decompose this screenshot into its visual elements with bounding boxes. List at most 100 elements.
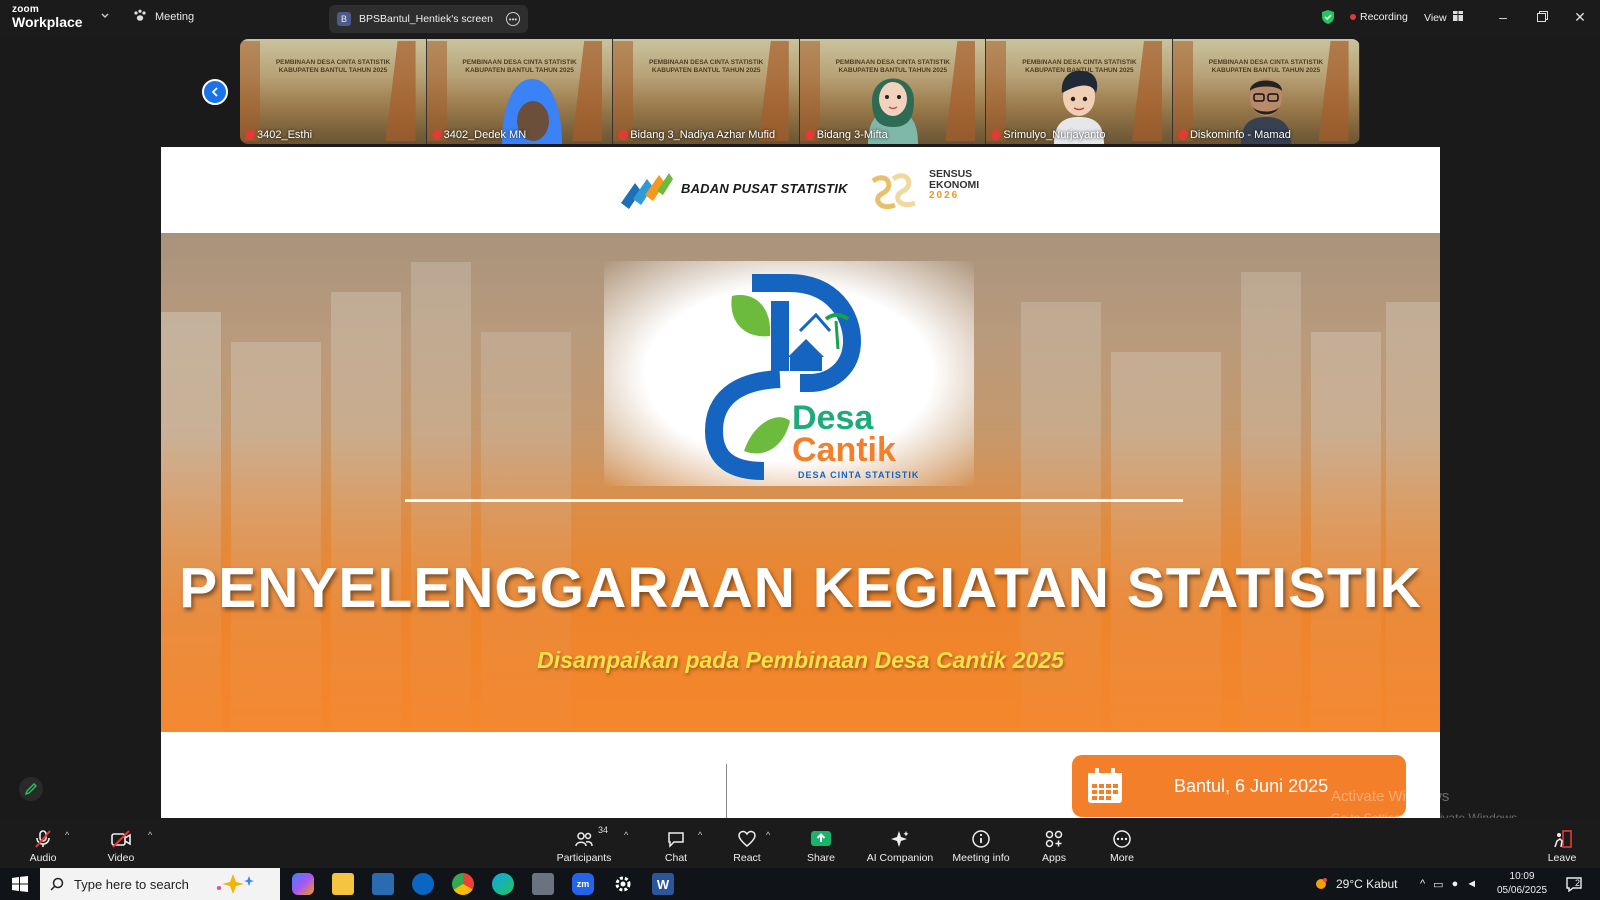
windows-taskbar: Type here to search zm W 29°C Kabut ^ ▭ … [0,868,1600,900]
network-icon[interactable]: ▭ [1433,878,1443,891]
audio-options-caret-icon[interactable]: ^ [65,830,69,840]
slide-divider [405,499,1183,502]
speaker-icon[interactable]: ◄ [1466,878,1477,890]
more-options-icon[interactable]: ••• [506,12,520,26]
share-label: BPSBantul_Hentiek's screen [359,13,493,25]
chevron-left-icon [211,87,218,97]
start-button[interactable] [0,868,40,900]
more-button[interactable]: More [1109,818,1135,868]
recording-dot-icon [1350,14,1356,20]
react-button[interactable]: React [733,818,761,868]
edge-icon[interactable] [492,873,514,895]
word-icon[interactable]: W [652,873,674,895]
react-options-caret-icon[interactable]: ^ [766,830,770,840]
desa-cantik-emblem-icon: Desa Cantik DESA CINTA STATISTIK [704,274,919,480]
search-highlight-sparkles-icon [216,874,254,894]
zoom-title-bar: zoom Workplace Meeting B BPSBantul_Henti… [0,0,1600,37]
participant-tile[interactable]: PEMBINAAN DESA CINTA STATISTIK KABUPATEN… [240,39,427,144]
chat-button[interactable]: Chat [663,818,689,868]
copilot-icon[interactable] [292,873,314,895]
settings-gear-icon[interactable] [612,873,634,895]
ai-companion-label: AI Companion [866,852,934,864]
calendar-icon [1088,768,1122,803]
ai-companion-button[interactable]: AI Companion [866,818,934,868]
shield-check-icon[interactable] [1321,9,1335,30]
leave-label: Leave [1547,852,1577,864]
microsoft-store-icon[interactable] [372,873,394,895]
view-label: View [1424,11,1447,24]
sparkle-icon [891,831,909,847]
leave-button[interactable]: Leave [1547,818,1577,868]
logo-tagline: DESA CINTA STATISTIK [798,470,919,480]
logo-word-cantik: Cantik [792,431,896,469]
slide-title: PENYELENGGARAAN KEGIATAN STATISTIK [179,556,1422,620]
video-options-caret-icon[interactable]: ^ [148,830,152,840]
apps-button[interactable]: Apps [1041,818,1067,868]
system-tray[interactable]: ^ ▭ ● ◄ [1420,868,1477,900]
chat-options-caret-icon[interactable]: ^ [698,830,702,840]
react-label: React [733,852,761,864]
participant-tile[interactable]: PEMBINAAN DESA CINTA STATISTIK KABUPATEN… [799,39,987,144]
participant-name: Bidang 3_Nadiya Azhar Mufid [617,128,775,142]
participant-tile[interactable]: PEMBINAAN DESA CINTA STATISTIK KABUPATEN… [986,39,1173,144]
clock-date: 05/06/2025 [1497,885,1548,896]
slide-hero-banner: Desa Cantik DESA CINTA STATISTIK PENYELE… [161,233,1440,732]
video-button[interactable]: Video [106,818,136,868]
app-window-icon[interactable] [532,873,554,895]
pen-icon [24,783,37,796]
search-placeholder: Type here to search [74,876,189,892]
view-button[interactable]: View [1424,11,1463,24]
microphone-icon[interactable]: ● [1452,878,1459,890]
taskbar-search-input[interactable]: Type here to search [40,868,280,900]
weather-widget[interactable]: 29°C Kabut [1312,868,1398,900]
outlook-icon[interactable] [412,873,434,895]
minimize-icon[interactable]: – [1493,9,1513,25]
participant-tile[interactable]: PEMBINAAN DESA CINTA STATISTIK KABUPATEN… [426,39,614,144]
screen-share-indicator[interactable]: B BPSBantul_Hentiek's screen ••• [329,5,528,33]
bps-org-name: BADAN PUSAT STATISTIK [681,181,848,196]
meeting-label: Meeting [155,11,195,23]
mic-muted-icon [617,128,629,142]
apps-icon [1045,830,1063,848]
chat-icon [668,832,684,848]
chrome-icon[interactable] [452,873,474,895]
chevron-down-icon[interactable] [100,11,114,25]
audio-button[interactable]: Audio [26,818,60,868]
close-icon[interactable]: ✕ [1570,9,1590,26]
video-off-icon [111,830,131,848]
participants-options-caret-icon[interactable]: ^ [624,830,628,840]
participant-name: Diskominfo - Mamad [1177,128,1291,142]
zoom-workplace-logo[interactable]: zoom Workplace [12,5,83,30]
zoom-app-icon[interactable]: zm [572,873,594,895]
weather-text: 29°C Kabut [1336,877,1398,891]
video-label: Video [107,852,135,864]
notification-icon [1566,877,1582,892]
strip-previous-button[interactable] [202,79,228,105]
participant-name: Bidang 3-Mifta [804,128,888,142]
file-explorer-icon[interactable] [332,873,354,895]
zoom-meeting-toolbar: Audio ^ Video ^ Participants 34 ^ Chat ^… [0,818,1600,868]
meeting-info-button[interactable]: Meeting info [952,818,1010,868]
participant-tile[interactable]: PEMBINAAN DESA CINTA STATISTIK KABUPATEN… [613,39,800,144]
recording-indicator[interactable]: Recording [1350,11,1408,23]
participant-video-strip: PEMBINAAN DESA CINTA STATISTIK KABUPATEN… [240,39,1360,144]
share-label-button: Share [806,852,836,864]
annotate-pen-button[interactable] [19,777,43,801]
leave-door-icon [1554,830,1572,848]
zoom-logo-bottom: Workplace [12,14,83,30]
slide-header: BADAN PUSAT STATISTIK SENSUS EKONOMI 202… [161,147,1440,233]
more-label: More [1110,852,1134,864]
share-button[interactable]: Share [806,818,836,868]
participant-tile[interactable]: PEMBINAAN DESA CINTA STATISTIK KABUPATEN… [1172,39,1360,144]
mic-muted-icon [990,128,1002,142]
participant-name: Srimulyo_Nurjayanto [990,128,1105,142]
notification-count: 2 [1575,878,1581,888]
notification-button[interactable]: 2 [1565,868,1582,900]
slide-date-text: Bantul, 6 Juni 2025 [1174,775,1329,796]
restore-icon[interactable] [1532,9,1552,25]
virtual-background-text: PEMBINAAN DESA CINTA STATISTIK KABUPATEN… [275,59,391,75]
taskbar-clock[interactable]: 10:09 05/06/2025 [1497,870,1547,898]
meeting-menu-button[interactable]: Meeting [133,9,194,25]
chevron-up-icon[interactable]: ^ [1420,878,1425,890]
mic-muted-icon [431,128,443,142]
